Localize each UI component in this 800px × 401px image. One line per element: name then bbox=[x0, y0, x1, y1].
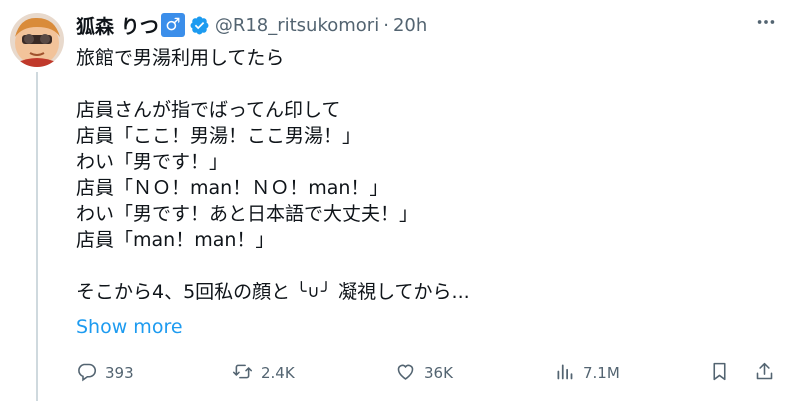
bookmark-button[interactable] bbox=[709, 358, 730, 388]
gender-badge: ♂ bbox=[160, 13, 185, 37]
text-line: わい「男です！あと日本語で大丈夫！」 bbox=[76, 203, 419, 225]
timestamp[interactable]: 20h bbox=[393, 15, 427, 36]
text-line-last: そこから4、5回私の顔と ╰∪╯ 凝視してから... bbox=[76, 279, 776, 305]
more-button[interactable] bbox=[752, 10, 780, 38]
text-line: 店員「ＮＯ！man！ＮＯ！man！」 bbox=[76, 177, 389, 199]
text-line: 店員さんが指でばってん印して bbox=[76, 99, 341, 121]
views-button[interactable]: 7.1M bbox=[554, 358, 620, 388]
avatar[interactable] bbox=[10, 13, 64, 67]
action-bar: 393 2.4K 36K 7.1M bbox=[76, 358, 780, 388]
handle[interactable]: @R18_ritsukomori bbox=[215, 15, 379, 36]
views-icon bbox=[554, 361, 583, 386]
verified-icon bbox=[189, 15, 210, 36]
repost-count: 2.4K bbox=[261, 364, 295, 382]
text-line: 店員「ここ！男湯！ここ男湯！」 bbox=[76, 125, 362, 147]
text-segment: そこから4、5回私の顔と bbox=[76, 281, 291, 303]
repost-icon bbox=[232, 361, 261, 386]
kaomoji: ╰∪╯ bbox=[296, 282, 333, 302]
reply-icon bbox=[76, 361, 105, 386]
repost-button[interactable]: 2.4K bbox=[232, 358, 295, 388]
tweet-text: 旅館で男湯利用してたら 店員さんが指でばってん印して 店員「ここ！男湯！ここ男湯… bbox=[76, 45, 776, 305]
like-button[interactable]: 36K bbox=[395, 358, 453, 388]
tweet[interactable]: 狐森 りつ ♂ @R18_ritsukomori · 20h 旅館で男湯利用して… bbox=[0, 0, 800, 401]
display-name[interactable]: 狐森 りつ bbox=[76, 12, 159, 39]
share-button[interactable] bbox=[754, 358, 775, 388]
share-icon bbox=[754, 361, 775, 386]
reply-button[interactable]: 393 bbox=[76, 358, 134, 388]
separator-dot: · bbox=[383, 14, 389, 36]
text-segment: 凝視してから... bbox=[338, 281, 470, 303]
tweet-header: 狐森 りつ ♂ @R18_ritsukomori · 20h bbox=[76, 8, 427, 42]
text-line bbox=[76, 71, 776, 97]
thread-line bbox=[36, 72, 38, 401]
text-line: 店員「man！man！」 bbox=[76, 229, 275, 251]
like-icon bbox=[395, 361, 424, 386]
views-count: 7.1M bbox=[583, 364, 620, 382]
show-more-link[interactable]: Show more bbox=[76, 316, 183, 338]
bookmark-icon bbox=[709, 361, 730, 386]
reply-count: 393 bbox=[105, 364, 134, 382]
text-line: 旅館で男湯利用してたら bbox=[76, 47, 285, 69]
text-line bbox=[76, 253, 776, 279]
like-count: 36K bbox=[424, 364, 453, 382]
text-line: わい「男です！」 bbox=[76, 151, 229, 173]
more-icon bbox=[755, 11, 777, 37]
